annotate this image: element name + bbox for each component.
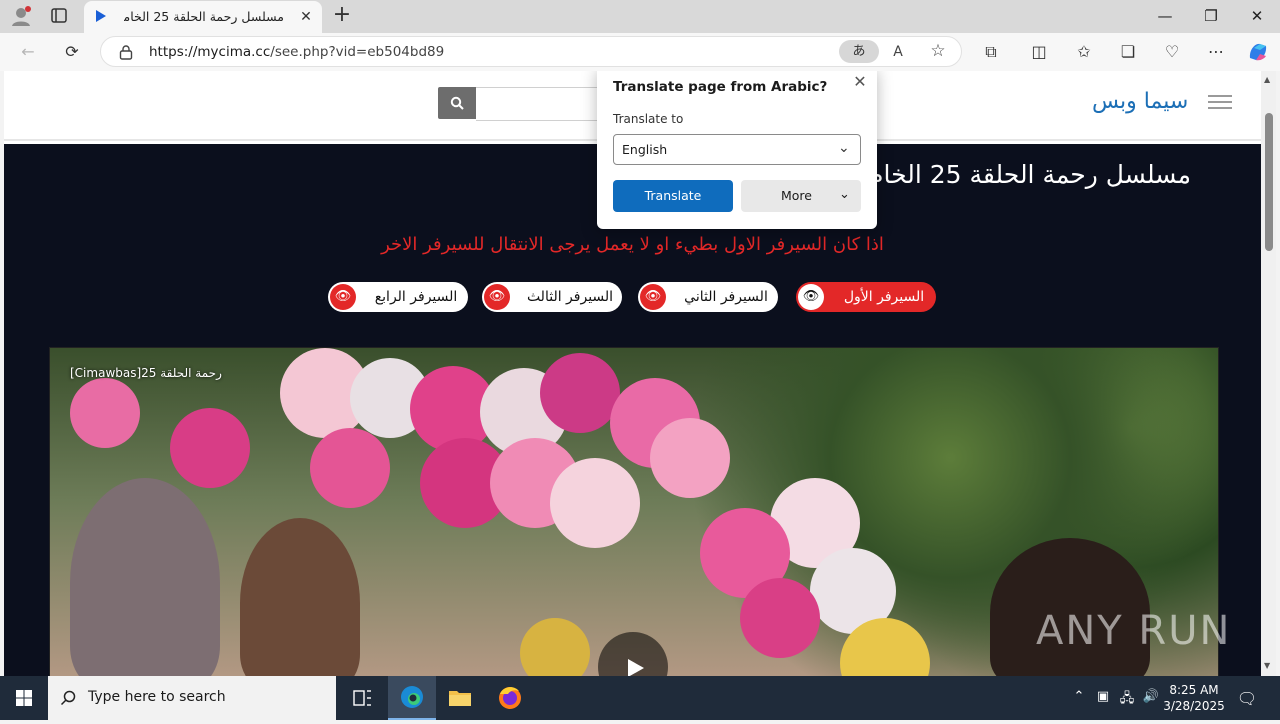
language-select[interactable]: English ⌄: [613, 134, 861, 165]
tab-title: مسلسل رحمة الحلقة 25 الخامسة وا: [124, 9, 284, 24]
collections-icon[interactable]: ❏: [1114, 38, 1142, 66]
split-screen-icon[interactable]: ◫: [1025, 38, 1053, 66]
search-icon: [60, 690, 76, 706]
translate-to-label: Translate to: [613, 112, 684, 126]
refresh-button[interactable]: ⟳: [58, 38, 86, 66]
search-icon: [450, 96, 464, 110]
taskbar-search-box[interactable]: Type here to search: [48, 676, 336, 720]
address-bar[interactable]: https://mycima.cc/see.php?vid=eb504bd89 …: [100, 36, 962, 67]
tab-active[interactable]: مسلسل رحمة الحلقة 25 الخامسة وا ✕: [84, 1, 322, 33]
start-button[interactable]: [0, 676, 48, 720]
more-button-label: More: [781, 188, 812, 203]
search-button[interactable]: [438, 87, 476, 119]
restore-button[interactable]: ❐: [1188, 0, 1234, 32]
page-title: مسلسل رحمة الحلقة 25 الخام: [867, 160, 1191, 189]
translate-button[interactable]: Translate: [613, 180, 733, 212]
server-button-1[interactable]: السيرفر الأول 👁: [796, 282, 936, 312]
more-menu-icon[interactable]: ⋯: [1202, 38, 1230, 66]
tab-strip: مسلسل رحمة الحلقة 25 الخامسة وا ✕ + — ❐ …: [0, 0, 1280, 33]
balloon: [650, 418, 730, 498]
play-icon: [628, 659, 644, 676]
windows-taskbar: Type here to search ⌃ ▣ 🖧 🔊 8:25 AM 3/28…: [0, 676, 1280, 720]
site-logo[interactable]: سيما وبس: [1092, 89, 1188, 114]
balloon: [240, 518, 360, 676]
show-hidden-icons[interactable]: ⌃: [1068, 689, 1090, 707]
firefox-icon[interactable]: [486, 676, 534, 720]
selected-language: English: [622, 142, 668, 157]
balloon: [550, 458, 640, 548]
file-explorer-icon[interactable]: [436, 676, 484, 720]
anyrun-watermark: ANY RUN: [1036, 608, 1232, 654]
copilot-icon[interactable]: [1246, 40, 1270, 64]
lock-icon[interactable]: [119, 44, 133, 60]
balloon: [70, 478, 220, 676]
server-button-4[interactable]: السيرفر الرابع 👁: [328, 282, 468, 312]
web-page: سيما وبس مسلسل رحمة الحلقة 25 الخام اذا …: [4, 71, 1261, 676]
server-label: السيرفر الثالث: [526, 289, 614, 305]
server-button-3[interactable]: السيرفر الثالث 👁: [482, 282, 622, 312]
page-scrollbar[interactable]: ▲ ▼: [1261, 71, 1276, 676]
url-text[interactable]: https://mycima.cc/see.php?vid=eb504bd89: [149, 44, 444, 60]
translate-popup: Translate page from Arabic? ✕ Translate …: [597, 71, 877, 229]
translate-icon[interactable]: あ: [839, 40, 879, 63]
profile-avatar[interactable]: [10, 5, 32, 27]
server-label: السيرفر الأول: [843, 289, 925, 305]
windows-logo-icon: [16, 690, 32, 706]
balloon: [310, 428, 390, 508]
browser-toolbar: ← ⟳ https://mycima.cc/see.php?vid=eb504b…: [0, 33, 1280, 71]
tab-actions-icon[interactable]: [50, 7, 70, 25]
close-icon[interactable]: ✕: [849, 71, 871, 93]
chevron-down-icon: ⌄: [838, 140, 850, 156]
scroll-thumb[interactable]: [1265, 113, 1273, 251]
balloon: [540, 353, 620, 433]
server-notice: اذا كان السيرفر الاول بطيء او لا يعمل ير…: [381, 234, 884, 255]
close-tab-icon[interactable]: ✕: [296, 7, 316, 27]
back-button[interactable]: ←: [14, 38, 42, 66]
edge-browser-icon[interactable]: [388, 676, 436, 720]
taskbar-search-placeholder: Type here to search: [88, 689, 226, 705]
chevron-down-icon: ⌄: [839, 187, 850, 202]
hamburger-menu-icon[interactable]: [1208, 95, 1232, 111]
extensions-icon[interactable]: ⧉: [977, 38, 1005, 66]
new-tab-button[interactable]: +: [330, 4, 354, 28]
server-label: السيرفر الرابع: [374, 289, 458, 305]
url-path: /see.php?vid=eb504bd89: [270, 44, 445, 60]
scroll-down-icon[interactable]: ▼: [1264, 661, 1270, 670]
more-button[interactable]: More ⌄: [741, 180, 861, 212]
notifications-icon[interactable]: 🗨: [1236, 689, 1258, 708]
network-icon[interactable]: 🖧: [1116, 689, 1138, 707]
balloon: [990, 538, 1150, 676]
balloon: [520, 618, 590, 676]
task-view-icon[interactable]: [338, 676, 386, 720]
balloon: [70, 378, 140, 448]
favorite-star-icon[interactable]: ☆: [927, 40, 949, 62]
favorites-icon[interactable]: ✩: [1070, 38, 1098, 66]
server-label: السيرفر الثاني: [684, 289, 768, 305]
eye-icon: 👁: [330, 284, 356, 310]
balloon: [170, 408, 250, 488]
scroll-up-icon[interactable]: ▲: [1264, 75, 1270, 84]
performance-icon[interactable]: ♡: [1158, 38, 1186, 66]
eye-icon: 👁: [798, 284, 824, 310]
video-title: [Cimawbas]25 رحمة الحلقة: [70, 366, 222, 380]
read-aloud-icon[interactable]: A: [887, 41, 909, 63]
popup-title: Translate page from Arabic?: [613, 79, 828, 95]
server-button-2[interactable]: السيرفر الثاني 👁: [638, 282, 778, 312]
clock-time: 8:25 AM: [1169, 683, 1219, 697]
eye-icon: 👁: [640, 284, 666, 310]
system-clock[interactable]: 8:25 AM 3/28/2025: [1156, 682, 1232, 714]
minimize-button[interactable]: —: [1142, 0, 1188, 32]
balloon: [740, 578, 820, 658]
device-icon[interactable]: ▣: [1092, 689, 1114, 707]
eye-icon: 👁: [484, 284, 510, 310]
play-icon: [96, 10, 106, 22]
close-window-button[interactable]: ✕: [1234, 0, 1280, 32]
clock-date: 3/28/2025: [1163, 699, 1225, 713]
url-host: https://mycima.cc: [149, 44, 271, 60]
